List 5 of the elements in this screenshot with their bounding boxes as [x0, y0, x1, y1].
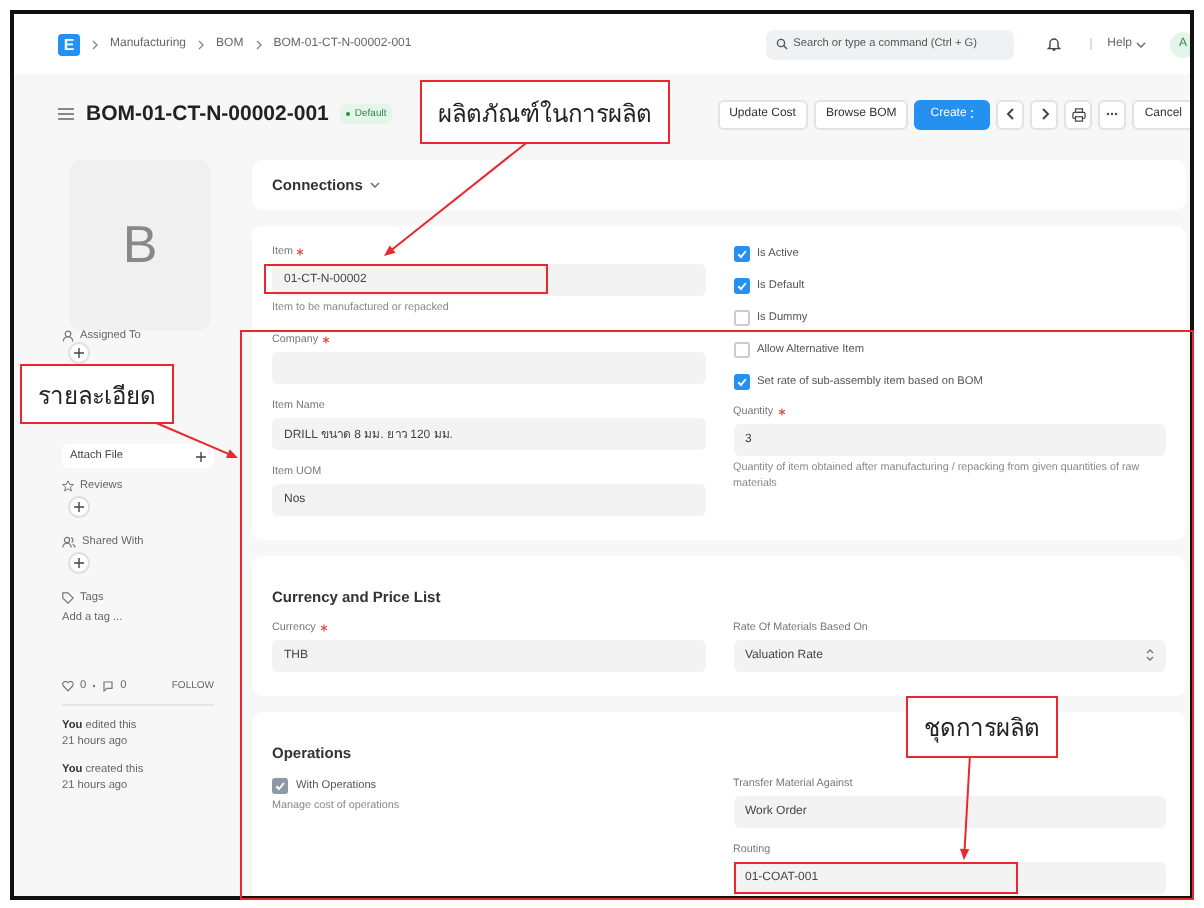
annotation-callout: ชุดการผลิต — [906, 696, 1058, 758]
annotation-callout: รายละเอียด — [20, 364, 174, 424]
document-title: BOM-01-CT-N-00002-001 — [86, 102, 329, 126]
placeholder-letter: B — [122, 214, 158, 276]
annotation-callout: ผลิตภัณฑ์ในการผลิต — [420, 80, 670, 144]
